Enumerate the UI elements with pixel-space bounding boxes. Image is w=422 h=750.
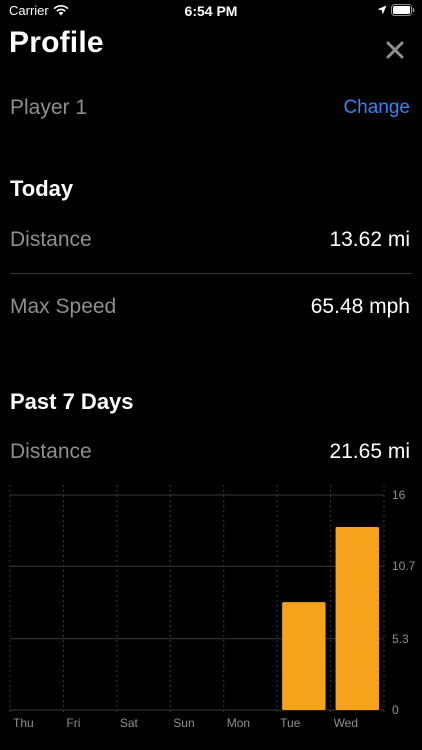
bar-wed	[335, 526, 379, 710]
x-tick-label: Fri	[66, 716, 80, 730]
y-tick-label: 0	[392, 703, 399, 717]
today-distance-label: Distance	[10, 228, 92, 251]
row-divider	[10, 273, 412, 274]
bar-tue	[282, 602, 326, 710]
distance-bar-chart: 16 10.7 5.3 0 Thu Fri Sat Sun Mon Tue Wed	[9, 485, 416, 730]
x-tick-label: Wed	[334, 716, 358, 730]
y-tick-label: 5.3	[392, 632, 409, 646]
past-7-days-distance-value: 21.65 mi	[329, 440, 410, 463]
today-section-title: Today	[10, 176, 74, 201]
x-tick-label: Thu	[13, 716, 34, 730]
battery-icon	[391, 4, 415, 16]
y-tick-label: 10.7	[392, 559, 416, 573]
change-player-button[interactable]: Change	[343, 97, 410, 119]
close-icon[interactable]	[384, 39, 406, 61]
x-tick-label: Mon	[227, 716, 250, 730]
x-tick-label: Tue	[280, 716, 301, 730]
location-arrow-icon	[377, 5, 387, 15]
max-speed-value: 65.48 mph	[310, 295, 410, 318]
page-title: Profile	[9, 26, 104, 59]
y-tick-label: 16	[392, 488, 406, 502]
max-speed-label: Max Speed	[10, 295, 117, 318]
past-7-days-section-title: Past 7 Days	[10, 389, 134, 414]
x-tick-label: Sat	[120, 716, 139, 730]
status-time: 6:54 PM	[184, 3, 238, 19]
today-distance-value: 13.62 mi	[329, 228, 410, 251]
player-name: Player 1	[10, 96, 88, 119]
x-tick-label: Sun	[173, 716, 194, 730]
past-7-days-distance-label: Distance	[10, 440, 92, 463]
